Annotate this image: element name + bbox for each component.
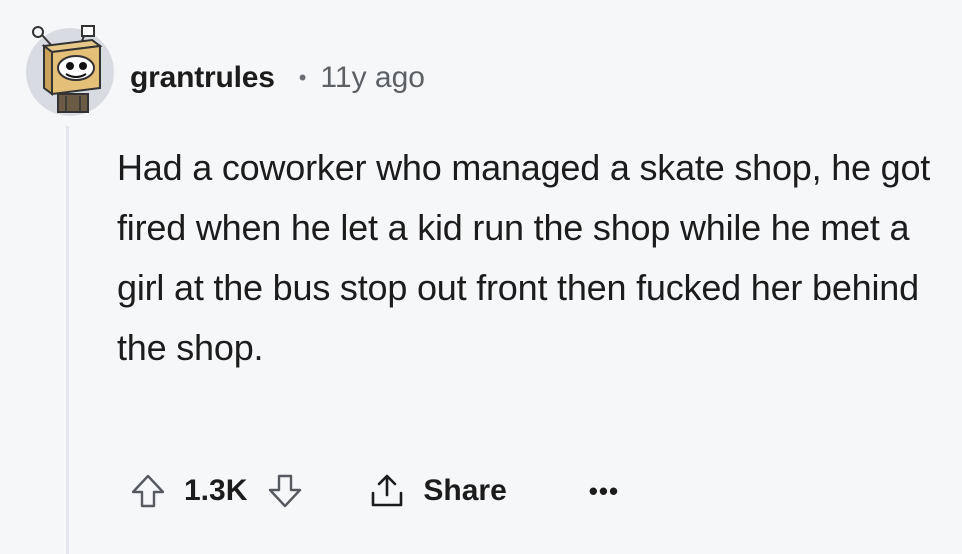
avatar[interactable]: [22, 22, 118, 118]
share-icon: [367, 471, 407, 511]
comment-thread-line[interactable]: [66, 126, 69, 554]
robot-avatar-icon: [26, 25, 114, 116]
comment-actions-bar: 1.3K Share •••: [128, 466, 619, 516]
vote-count: 1.3K: [184, 474, 248, 507]
share-button[interactable]: Share: [367, 471, 507, 511]
username-link[interactable]: grantrules: [130, 61, 275, 95]
separator-dot: •: [298, 65, 307, 90]
more-options-button[interactable]: •••: [589, 476, 619, 507]
share-label: Share: [423, 474, 507, 507]
timestamp[interactable]: 11y ago: [320, 61, 425, 95]
comment-header: grantrules • 11y ago: [130, 58, 425, 98]
upvote-arrow-icon[interactable]: [128, 471, 168, 511]
comment-body: Had a coworker who managed a skate shop,…: [117, 147, 931, 368]
downvote-arrow-icon[interactable]: [265, 471, 305, 511]
